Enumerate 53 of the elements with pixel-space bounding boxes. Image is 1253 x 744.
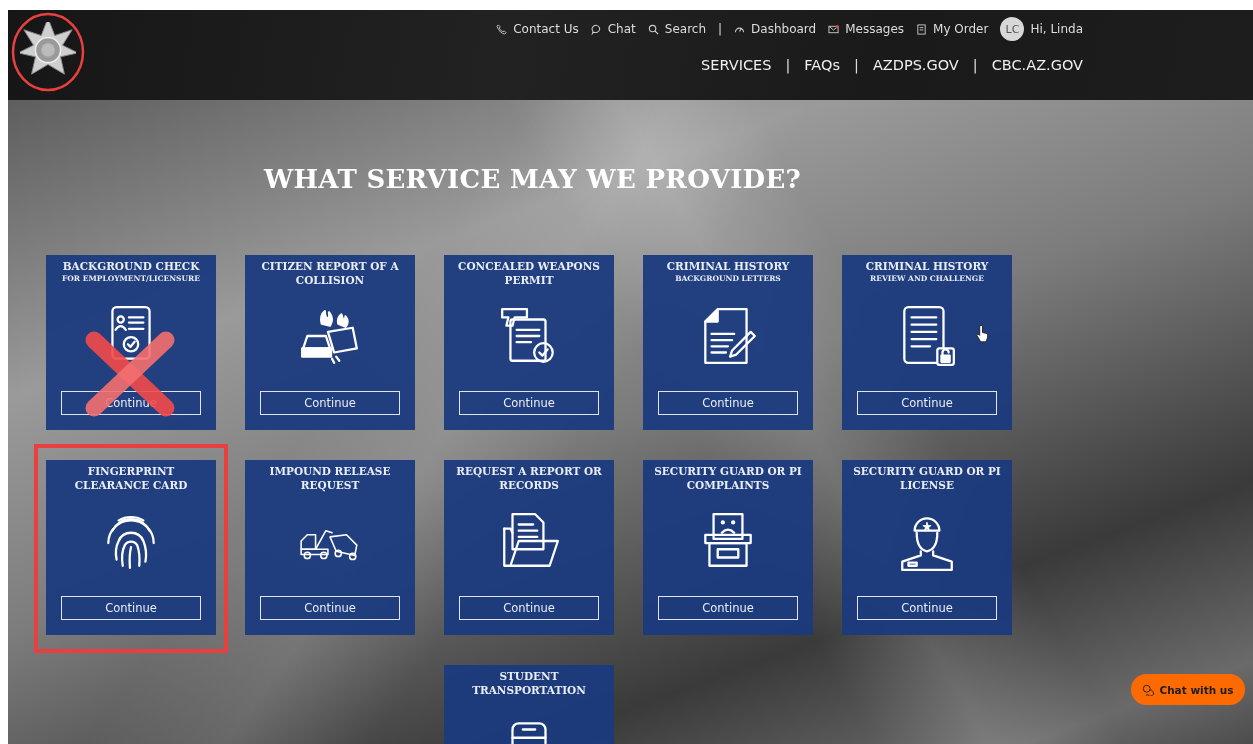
- card-title: IMPOUND RELEASE REQUEST: [268, 464, 392, 492]
- continue-button[interactable]: Continue: [260, 596, 400, 620]
- search-icon: [647, 23, 659, 35]
- separator: |: [785, 57, 791, 73]
- card-title: CRIMINAL HISTORY: [666, 259, 790, 273]
- continue-button[interactable]: Continue: [857, 596, 997, 620]
- card-title: REQUEST A REPORT OR RECORDS: [455, 464, 603, 492]
- top-link[interactable]: My Order: [916, 22, 989, 36]
- nav-link[interactable]: CBC.AZ.GOV: [991, 57, 1083, 73]
- chat-button[interactable]: Chat with us: [1131, 674, 1245, 705]
- continue-button[interactable]: Continue: [857, 391, 997, 415]
- hand-pointer-icon: [976, 324, 989, 343]
- continue-button[interactable]: Continue: [459, 596, 599, 620]
- card-title: FINGERPRINT CLEARANCE CARD: [73, 464, 189, 492]
- continue-button[interactable]: Continue: [658, 391, 798, 415]
- service-card[interactable]: REQUEST A REPORT OR RECORDS Continue: [444, 460, 614, 635]
- nav-link[interactable]: SERVICES: [701, 57, 772, 73]
- top-link[interactable]: Chat: [590, 22, 636, 36]
- nav-link[interactable]: FAQs: [804, 57, 840, 73]
- top-link[interactable]: Search: [647, 22, 706, 36]
- continue-button[interactable]: Continue: [260, 391, 400, 415]
- service-card[interactable]: FINGERPRINT CLEARANCE CARD Continue: [46, 460, 216, 635]
- nav-link[interactable]: AZDPS.GOV: [872, 57, 959, 73]
- separator: |: [854, 57, 859, 73]
- envelope-icon: [828, 23, 840, 35]
- continue-button[interactable]: Continue: [61, 596, 201, 620]
- card-title: SECURITY GUARD OR PI COMPLAINTS: [653, 464, 803, 492]
- service-card[interactable]: SECURITY GUARD OR PI LICENSE Continue: [842, 460, 1012, 635]
- separator: |: [972, 57, 978, 73]
- card-title: BACKGROUND CHECK: [62, 259, 200, 273]
- service-card[interactable]: SECURITY GUARD OR PI COMPLAINTS Continue: [643, 460, 813, 635]
- chat-bubbles-icon: [1142, 683, 1155, 696]
- clipboard-icon: [916, 23, 928, 35]
- user-menu-link[interactable]: LC Hi, Linda: [1000, 17, 1083, 41]
- top-link[interactable]: Dashboard: [734, 22, 817, 36]
- card-title: SECURITY GUARD OR PI LICENSE: [852, 464, 1002, 492]
- card-title: CRIMINAL HISTORY: [865, 259, 989, 273]
- speech-bubble-icon: [590, 23, 602, 35]
- service-card[interactable]: IMPOUND RELEASE REQUEST Continue: [245, 460, 415, 635]
- continue-button[interactable]: Continue: [459, 391, 599, 415]
- service-card[interactable]: STUDENT TRANSPORTATION: [444, 665, 614, 744]
- service-card[interactable]: CITIZEN REPORT OF A COLLISION Continue: [245, 255, 415, 430]
- service-card[interactable]: CONCEALED WEAPONS PERMIT Continue: [444, 255, 614, 430]
- separator: |: [718, 22, 723, 36]
- card-title: STUDENT TRANSPORTATION: [471, 669, 587, 697]
- top-link[interactable]: Contact Us: [496, 22, 579, 36]
- page-heading: WHAT SERVICE MAY WE PROVIDE?: [264, 164, 803, 194]
- user-avatar: LC: [1000, 17, 1025, 41]
- top-link[interactable]: Messages: [828, 22, 905, 36]
- phone-icon: [496, 23, 508, 35]
- continue-button[interactable]: Continue: [658, 596, 798, 620]
- card-title: CITIZEN REPORT OF A COLLISION: [260, 259, 400, 287]
- card-title: CONCEALED WEAPONS PERMIT: [457, 259, 601, 287]
